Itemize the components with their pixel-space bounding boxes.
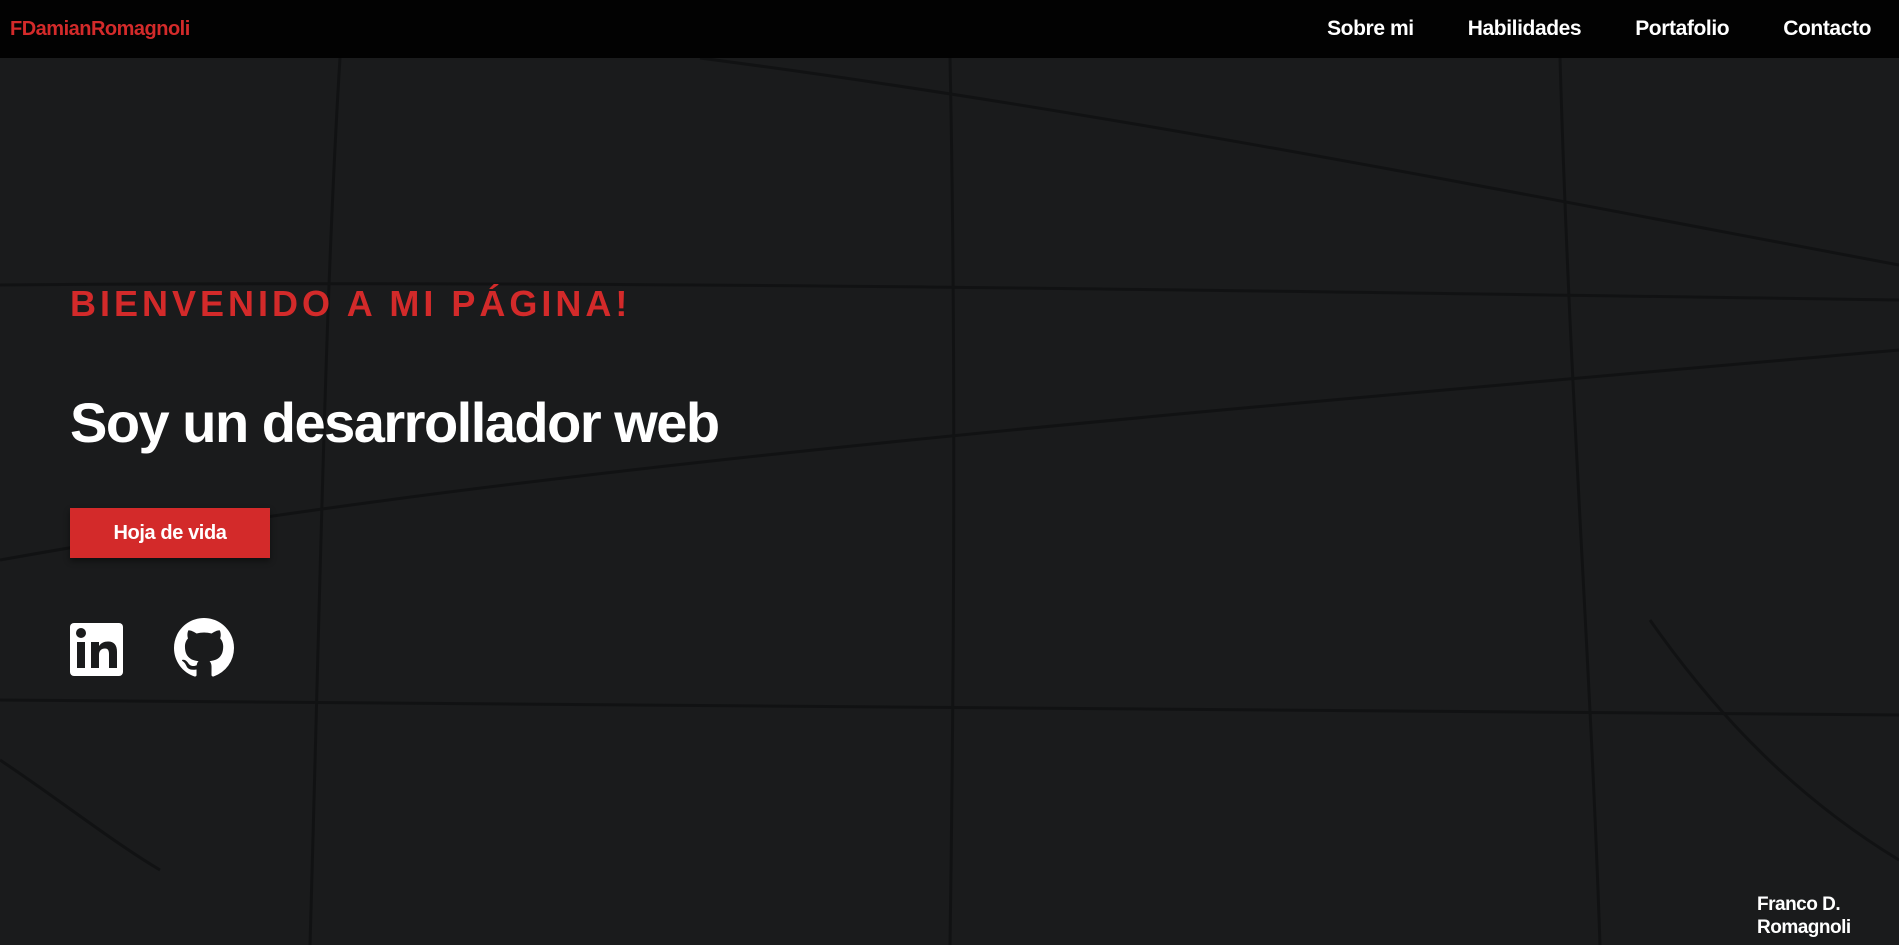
background-pattern [0,56,1899,945]
nav-link-portafolio[interactable]: Portafolio [1635,17,1729,41]
hero-section: BIENVENIDO A MI PÁGINA! Soy un desarroll… [70,280,720,677]
nav-link-sobre-mi[interactable]: Sobre mi [1327,17,1414,41]
linkedin-link[interactable] [70,618,124,676]
page: FDamianRomagnoli Sobre mi Habilidades Po… [0,0,1899,945]
footer-author-last: Romagnoli [1757,917,1851,938]
brand-logo[interactable]: FDamianRomagnoli [10,18,190,41]
footer-author: Franco D. Romagnoli [1757,893,1897,939]
nav-link-habilidades[interactable]: Habilidades [1468,17,1582,41]
social-links [70,618,234,677]
nav-links: Sobre mi Habilidades Portafolio Contacto [1327,17,1871,41]
navbar: FDamianRomagnoli Sobre mi Habilidades Po… [0,0,1899,58]
hero-headline: Soy un desarrollador web [70,391,720,454]
welcome-heading: BIENVENIDO A MI PÁGINA! [70,283,632,324]
linkedin-icon [70,623,123,676]
nav-link-contacto[interactable]: Contacto [1783,17,1871,41]
footer-author-first: Franco D. [1757,894,1841,915]
github-icon [174,618,234,677]
cv-button[interactable]: Hoja de vida [70,508,270,558]
github-link[interactable] [174,618,234,677]
